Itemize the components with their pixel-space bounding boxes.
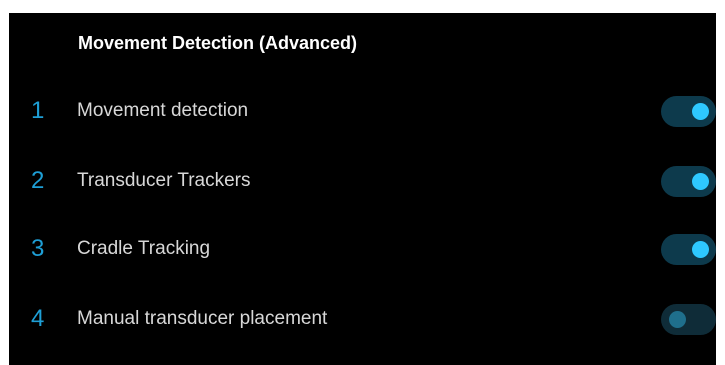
row-number: 1: [31, 97, 45, 124]
movement-detection-toggle[interactable]: [661, 96, 716, 127]
toggle-knob: [692, 241, 709, 258]
setting-label: Cradle Tracking: [77, 238, 211, 259]
row-number: 4: [31, 305, 45, 332]
setting-label: Manual transducer placement: [77, 308, 328, 329]
setting-label: Transducer Trackers: [77, 170, 251, 191]
manual-transducer-placement-toggle[interactable]: [661, 304, 716, 335]
toggle-knob: [692, 173, 709, 190]
cradle-tracking-toggle[interactable]: [661, 234, 716, 265]
row-number: 3: [31, 235, 45, 262]
panel-title: Movement Detection (Advanced): [78, 33, 358, 53]
setting-row-movement-detection: 1 Movement detection: [9, 88, 716, 136]
setting-row-cradle-tracking: 3 Cradle Tracking: [9, 226, 716, 274]
setting-row-transducer-trackers: 2 Transducer Trackers: [9, 158, 716, 206]
setting-label: Movement detection: [77, 100, 249, 121]
movement-detection-panel: Movement Detection (Advanced) 1 Movement…: [9, 13, 716, 365]
row-number: 2: [31, 167, 45, 194]
setting-row-manual-transducer-placement: 4 Manual transducer placement: [9, 296, 716, 344]
toggle-knob: [692, 103, 709, 120]
transducer-trackers-toggle[interactable]: [661, 166, 716, 197]
toggle-knob: [669, 311, 686, 328]
